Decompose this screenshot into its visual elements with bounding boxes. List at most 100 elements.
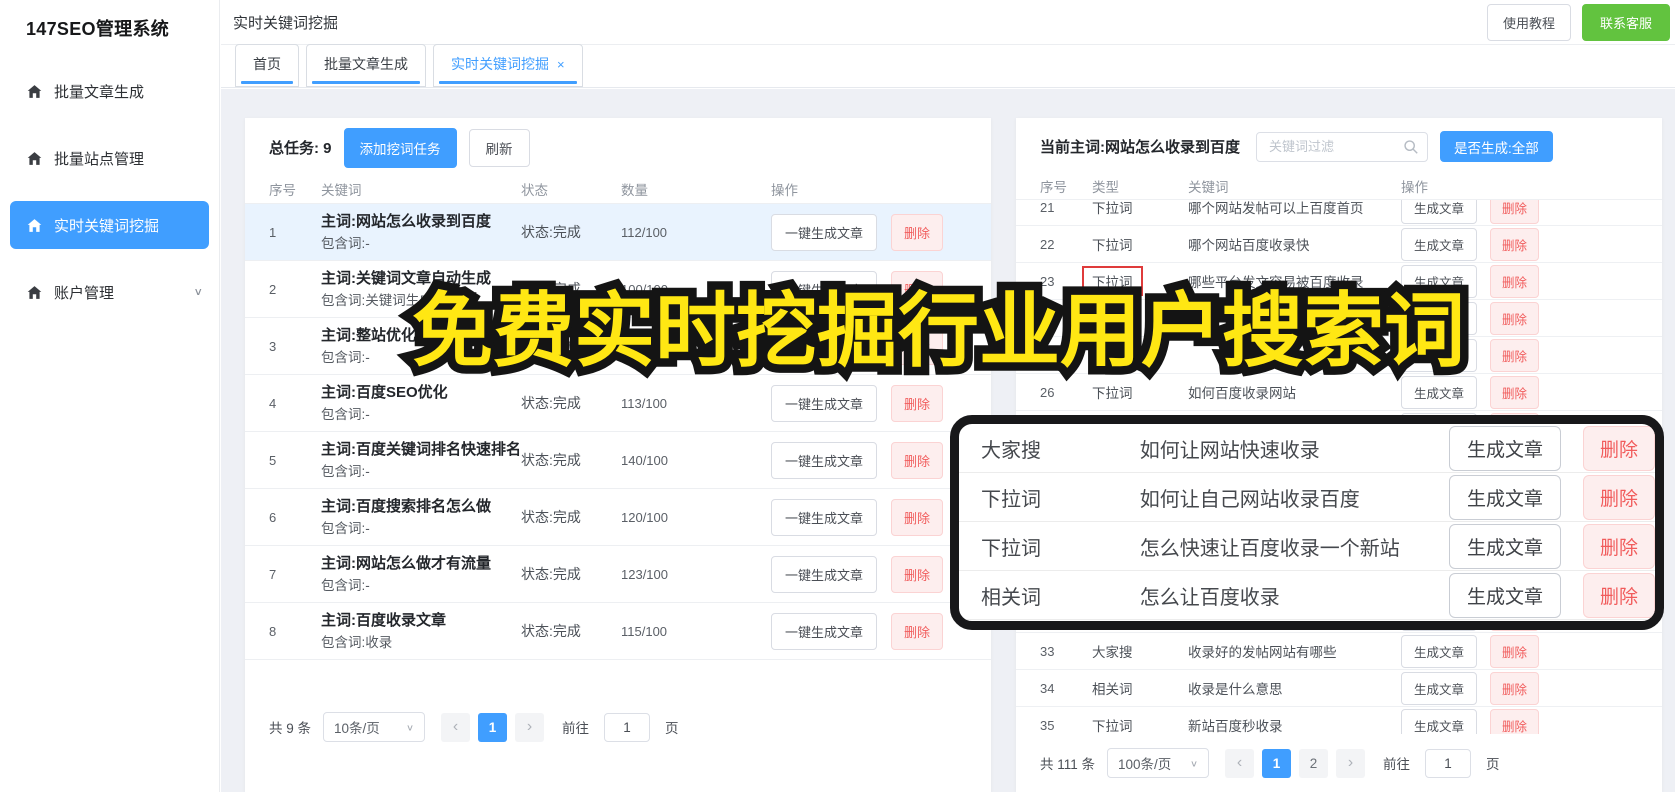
delete-button[interactable]: 删除 xyxy=(891,612,944,650)
delete-button[interactable]: 删除 xyxy=(1490,375,1540,409)
page-size-select[interactable]: 100条/页 ∨ xyxy=(1107,748,1210,778)
tab[interactable]: 批量文章生成 xyxy=(306,44,426,87)
row-status: 状态:完成 xyxy=(521,395,581,411)
table-row[interactable]: 26 下拉词 如何百度收录网站 生成文章 删除 xyxy=(1016,374,1662,411)
generate-article-button[interactable]: 生成文章 xyxy=(1401,671,1478,705)
col-keyword: 关键词 xyxy=(1188,179,1229,195)
table-row[interactable]: 25 大家搜 生成文章 删除 xyxy=(1016,337,1662,374)
generate-article-button[interactable]: 生成文章 xyxy=(1401,708,1478,734)
row-index: 34 xyxy=(1040,680,1055,696)
table-row[interactable]: 1 主词:网站怎么收录到百度 包含词:- 状态:完成 112/100 一键生成文… xyxy=(245,204,991,261)
generate-all-filter-button[interactable]: 是否生成:全部 xyxy=(1440,131,1553,162)
table-row[interactable]: 5 主词:百度关键词排名快速排名 包含词:- 状态:完成 140/100 一键生… xyxy=(245,432,991,489)
table-row[interactable]: 4 主词:百度SEO优化 包含词:- 状态:完成 113/100 一键生成文章 … xyxy=(245,375,991,432)
delete-button[interactable]: 删除 xyxy=(891,213,944,251)
table-row[interactable]: 7 主词:网站怎么做才有流量 包含词:- 状态:完成 123/100 一键生成文… xyxy=(245,546,991,603)
generate-articles-button[interactable]: 一键生成文章 xyxy=(771,555,878,593)
callout-row: 相关词 怎么让百度收录 生成文章 删除 xyxy=(959,571,1655,620)
delete-button[interactable]: 删除 xyxy=(1490,227,1540,261)
generate-article-button[interactable]: 生成文章 xyxy=(1448,523,1561,569)
sidebar-item[interactable]: 批量文章生成 ∨ xyxy=(0,67,219,115)
generate-article-button[interactable]: 生成文章 xyxy=(1401,227,1478,261)
next-page-button[interactable]: › xyxy=(515,712,545,742)
generate-article-button[interactable]: 生成文章 xyxy=(1401,301,1478,335)
prev-page-button[interactable]: ‹ xyxy=(441,712,471,742)
task-panel: 总任务: 9 添加挖词任务 刷新 序号 关键词 状态 数量 操作 1 主词:网站… xyxy=(245,118,991,792)
goto-page-input[interactable] xyxy=(604,712,651,742)
tab[interactable]: 实时关键词挖掘 × xyxy=(433,44,583,87)
generate-articles-button[interactable]: 一键生成文章 xyxy=(771,270,878,308)
sidebar-item[interactable]: 批量站点管理 ∨ xyxy=(0,134,219,182)
row-index: 7 xyxy=(269,566,277,582)
delete-button[interactable]: 删除 xyxy=(891,441,944,479)
col-count: 数量 xyxy=(621,183,648,198)
page-size-select[interactable]: 10条/页 ∨ xyxy=(323,712,426,742)
page-unit-label: 页 xyxy=(1486,757,1500,772)
col-keyword: 关键词 xyxy=(321,183,362,198)
delete-button[interactable]: 删除 xyxy=(1490,708,1540,734)
delete-button[interactable]: 删除 xyxy=(891,270,944,308)
table-row[interactable]: 8 主词:百度收录文章 包含词:收录 状态:完成 115/100 一键生成文章 … xyxy=(245,603,991,660)
generate-articles-button[interactable]: 一键生成文章 xyxy=(771,213,878,251)
generate-articles-button[interactable]: 一键生成文章 xyxy=(771,498,878,536)
sidebar-item[interactable]: 实时关键词挖掘 ∨ xyxy=(10,201,209,249)
delete-button[interactable]: 删除 xyxy=(1490,338,1540,372)
page-number-button[interactable]: 1 xyxy=(1262,748,1292,778)
top-bar-actions: 使用教程 联系客服 xyxy=(1486,3,1675,41)
close-icon[interactable]: × xyxy=(557,57,565,72)
table-row[interactable]: 22 下拉词 哪个网站百度收录快 生成文章 删除 xyxy=(1016,226,1662,263)
tutorial-button[interactable]: 使用教程 xyxy=(1486,3,1571,41)
main-keyword: 主词:网站怎么做才有流量 xyxy=(321,555,491,572)
generate-articles-button[interactable]: 一键生成文章 xyxy=(771,384,878,422)
delete-button[interactable]: 删除 xyxy=(1490,200,1540,224)
generate-article-button[interactable]: 生成文章 xyxy=(1448,572,1561,618)
delete-button[interactable]: 删除 xyxy=(891,327,944,365)
delete-button[interactable]: 删除 xyxy=(1582,572,1655,618)
generate-article-button[interactable]: 生成文章 xyxy=(1401,338,1478,372)
generate-article-button[interactable]: 生成文章 xyxy=(1401,634,1478,668)
delete-button[interactable]: 删除 xyxy=(1490,301,1540,335)
generate-articles-button[interactable]: 一键生成文章 xyxy=(771,327,878,365)
sidebar-item[interactable]: 账户管理 ∨ xyxy=(0,268,219,316)
delete-button[interactable]: 删除 xyxy=(1582,523,1655,569)
generate-article-button[interactable]: 生成文章 xyxy=(1448,425,1561,471)
add-task-button[interactable]: 添加挖词任务 xyxy=(343,127,457,168)
main-keyword: 主词:网站怎么收录到百度 xyxy=(321,213,491,230)
refresh-button[interactable]: 刷新 xyxy=(468,128,530,167)
generate-article-button[interactable]: 生成文章 xyxy=(1401,375,1478,409)
table-row[interactable]: 34 相关词 收录是什么意思 生成文章 删除 xyxy=(1016,670,1662,707)
table-row[interactable]: 35 下拉词 新站百度秒收录 生成文章 删除 xyxy=(1016,707,1662,734)
delete-button[interactable]: 删除 xyxy=(1490,264,1540,298)
page-title: 实时关键词挖掘 xyxy=(233,14,339,32)
delete-button[interactable]: 删除 xyxy=(1582,425,1655,471)
delete-button[interactable]: 删除 xyxy=(891,498,944,536)
delete-button[interactable]: 删除 xyxy=(1582,474,1655,520)
keyword-type: 下拉词 xyxy=(1092,312,1133,327)
delete-button[interactable]: 删除 xyxy=(891,555,944,593)
contact-support-button[interactable]: 联系客服 xyxy=(1581,3,1670,41)
main-keyword: 主词:百度SEO优化 xyxy=(321,384,448,401)
page-number-button[interactable]: 2 xyxy=(1299,748,1329,778)
generate-article-button[interactable]: 生成文章 xyxy=(1401,200,1478,224)
delete-button[interactable]: 删除 xyxy=(1490,634,1540,668)
delete-button[interactable]: 删除 xyxy=(891,384,944,422)
table-row[interactable]: 6 主词:百度搜索排名怎么做 包含词:- 状态:完成 120/100 一键生成文… xyxy=(245,489,991,546)
delete-button[interactable]: 删除 xyxy=(1490,671,1540,705)
table-row[interactable]: 3 主词:整站优化 包含词:- 状态:完成 一键生成文章 删除 xyxy=(245,318,991,375)
next-page-button[interactable]: › xyxy=(1336,748,1366,778)
row-index: 2 xyxy=(269,281,277,297)
generate-article-button[interactable]: 生成文章 xyxy=(1401,264,1478,298)
table-row[interactable]: 2 主词:关键词文章自动生成 包含词:关键词生成 状态:完成 100/100 一… xyxy=(245,261,991,318)
generate-articles-button[interactable]: 一键生成文章 xyxy=(771,612,878,650)
generate-articles-button[interactable]: 一键生成文章 xyxy=(771,441,878,479)
tab[interactable]: 首页 xyxy=(235,44,299,87)
prev-page-button[interactable]: ‹ xyxy=(1225,748,1255,778)
table-row[interactable]: 21 下拉词 哪个网站发帖可以上百度首页 生成文章 删除 xyxy=(1016,200,1662,226)
goto-page-input[interactable] xyxy=(1425,748,1472,778)
page-number-button[interactable]: 1 xyxy=(478,712,508,742)
row-status: 状态:完成 xyxy=(521,452,581,468)
table-row[interactable]: 23 下拉词 哪些平台发文容易被百度收录 生成文章 删除 xyxy=(1016,263,1662,300)
table-row[interactable]: 24 下拉词 生成文章 删除 xyxy=(1016,300,1662,337)
generate-article-button[interactable]: 生成文章 xyxy=(1448,474,1561,520)
table-row[interactable]: 33 大家搜 收录好的发帖网站有哪些 生成文章 删除 xyxy=(1016,633,1662,670)
